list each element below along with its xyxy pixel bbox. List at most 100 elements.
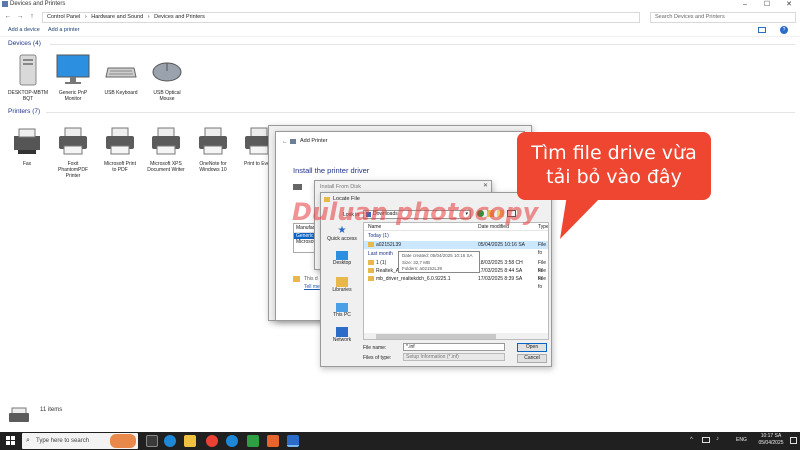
breadcrumb-devices-and-printers[interactable]: Devices and Printers — [154, 14, 205, 20]
device-monitor[interactable]: Generic PnP Monitor — [50, 53, 96, 102]
horizontal-scrollbar[interactable] — [364, 333, 548, 339]
folder-icon — [368, 260, 374, 265]
install-driver-heading: Install the printer driver — [293, 166, 370, 175]
app-c-green-icon[interactable] — [247, 435, 259, 447]
scroll-thumb[interactable] — [376, 334, 496, 339]
desktop-item[interactable]: Desktop — [325, 251, 359, 266]
tooltip-folders: Folders: a02152L39 — [402, 266, 443, 271]
printer-label: Microsoft Print to PDF — [104, 161, 136, 173]
network-tray-icon[interactable] — [702, 437, 710, 443]
group-today[interactable]: Today (1) — [364, 232, 548, 240]
close-icon[interactable]: ✕ — [483, 182, 488, 189]
cancel-button[interactable]: Cancel — [517, 354, 547, 363]
fax-icon — [10, 124, 44, 158]
task-view-icon[interactable] — [146, 435, 158, 447]
file-date: 17/03/2025 8:44 SA — [478, 267, 523, 275]
places-sidebar: ★ Quick access Desktop Libraries This PC… — [325, 223, 359, 347]
notification-icon[interactable] — [790, 437, 797, 444]
forward-icon[interactable]: → — [15, 12, 25, 22]
pc-tower-icon — [11, 53, 45, 87]
command-bar: Add a device Add a printer ? — [0, 24, 800, 37]
file-explorer-icon[interactable] — [184, 435, 196, 447]
view-options-icon[interactable] — [758, 27, 766, 33]
devices-section-heading[interactable]: Devices (4) — [8, 40, 41, 47]
section-divider — [46, 112, 795, 113]
file-type-select[interactable]: Setup Information (*.inf) — [403, 353, 505, 361]
file-name-input[interactable]: *.inf — [403, 343, 505, 351]
sidebar-label: Network — [332, 337, 352, 343]
device-desktop[interactable]: DESKTOP-MBTM BQT — [5, 53, 51, 102]
search-highlight-icon — [110, 434, 136, 448]
sidebar-label: Libraries — [332, 287, 352, 293]
search-icon: ⌕ — [26, 437, 30, 444]
libraries-icon — [336, 277, 348, 287]
taskbar-search-placeholder: Type here to search — [36, 438, 90, 444]
clock-time: 10:17 SA — [760, 433, 782, 439]
monitor-icon — [56, 53, 90, 87]
printer-icon — [149, 124, 183, 158]
printers-section-heading[interactable]: Printers (7) — [8, 108, 40, 115]
chrome-icon[interactable] — [206, 435, 218, 447]
libraries-item[interactable]: Libraries — [325, 277, 359, 293]
control-panel-icon[interactable] — [287, 435, 299, 447]
quick-access-item[interactable]: ★ Quick access — [325, 225, 359, 242]
device-label: USB Keyboard — [104, 90, 138, 96]
printer-icon — [196, 124, 230, 158]
coccoc-icon[interactable] — [226, 435, 238, 447]
file-list[interactable]: Name Date modified Type Today (1) a02152… — [363, 222, 549, 340]
tell-me-link[interactable]: Tell me — [304, 284, 320, 290]
clock[interactable]: 10:17 SA 05/04/2025 — [754, 433, 788, 447]
windows-start-icon[interactable] — [6, 436, 15, 445]
device-label: DESKTOP-MBTM BQT — [7, 90, 49, 102]
printer-ms-xps[interactable]: Microsoft XPS Document Writer — [143, 124, 189, 173]
edge-icon[interactable] — [164, 435, 176, 447]
minimize-button[interactable]: – — [734, 0, 756, 10]
open-button[interactable]: Open — [517, 343, 547, 352]
add-printer-button[interactable]: Add a printer — [48, 27, 80, 33]
device-keyboard[interactable]: USB Keyboard — [98, 53, 144, 96]
address-bar[interactable]: Control Panel › Hardware and Sound › Dev… — [42, 12, 640, 23]
printer-onenote[interactable]: OneNote for Windows 10 — [190, 124, 236, 173]
this-pc-item[interactable]: This PC — [325, 303, 359, 318]
language-indicator[interactable]: ENG — [736, 437, 747, 443]
breadcrumb-hardware-and-sound[interactable]: Hardware and Sound — [91, 14, 143, 20]
device-mouse[interactable]: USB Optical Mouse — [144, 53, 190, 102]
file-row-selected[interactable]: a02152L39 05/04/2025 10:16 SA File fo — [364, 241, 548, 256]
tray-chevron-icon[interactable]: ^ — [690, 437, 693, 443]
sidebar-label: Quick access — [327, 236, 357, 242]
printer-ms-pdf[interactable]: Microsoft Print to PDF — [97, 124, 143, 173]
keyboard-icon — [104, 53, 138, 87]
file-date: 17/03/2025 8:39 SA — [478, 276, 523, 282]
file-name-label: File name: — [363, 345, 387, 351]
sidebar-label: This PC — [333, 312, 351, 318]
close-button[interactable]: ✕ — [778, 0, 800, 10]
printer-foxit[interactable]: Foxit PhantomPDF Printer — [50, 124, 96, 179]
mouse-icon — [150, 53, 184, 87]
volume-icon[interactable]: ♪ — [716, 436, 719, 442]
address-row: ← → ↑ Control Panel › Hardware and Sound… — [0, 10, 800, 24]
maximize-button[interactable]: ☐ — [756, 0, 778, 10]
help-icon[interactable]: ? — [780, 26, 788, 34]
breadcrumb-control-panel[interactable]: Control Panel — [47, 14, 80, 20]
app-c-orange-icon[interactable] — [267, 435, 279, 447]
shield-icon — [293, 276, 300, 282]
watermark-logo: Duluan photocopy — [292, 198, 539, 226]
tooltip-created: Date created: 05/04/2025 10:16 SA — [402, 253, 473, 258]
folder-icon — [368, 268, 374, 273]
up-icon[interactable]: ↑ — [27, 12, 37, 22]
back-arrow-icon[interactable]: ← — [282, 139, 288, 145]
column-type[interactable]: Type — [538, 223, 548, 231]
printer-label: Microsoft XPS Document Writer — [147, 161, 185, 173]
file-row[interactable]: mb_driver_realtekdch_6.0.9225.1 17/03/20… — [364, 275, 548, 290]
add-device-button[interactable]: Add a device — [8, 27, 40, 33]
breadcrumb-separator: › — [84, 14, 87, 20]
taskbar: ⌕ Type here to search ^ ♪ ENG 10:17 SA 0… — [0, 432, 800, 450]
search-input[interactable]: Search Devices and Printers — [650, 12, 796, 23]
printer-fax[interactable]: Fax — [4, 124, 50, 167]
network-item[interactable]: Network — [325, 327, 359, 343]
back-icon[interactable]: ← — [3, 12, 13, 22]
file-name: mb_driver_realtekdch_6.0.9225.1 — [376, 276, 451, 282]
clock-date: 05/04/2025 — [758, 440, 784, 446]
install-from-disk-title: Install From Disk — [320, 184, 361, 190]
desktop-icon — [336, 251, 348, 260]
